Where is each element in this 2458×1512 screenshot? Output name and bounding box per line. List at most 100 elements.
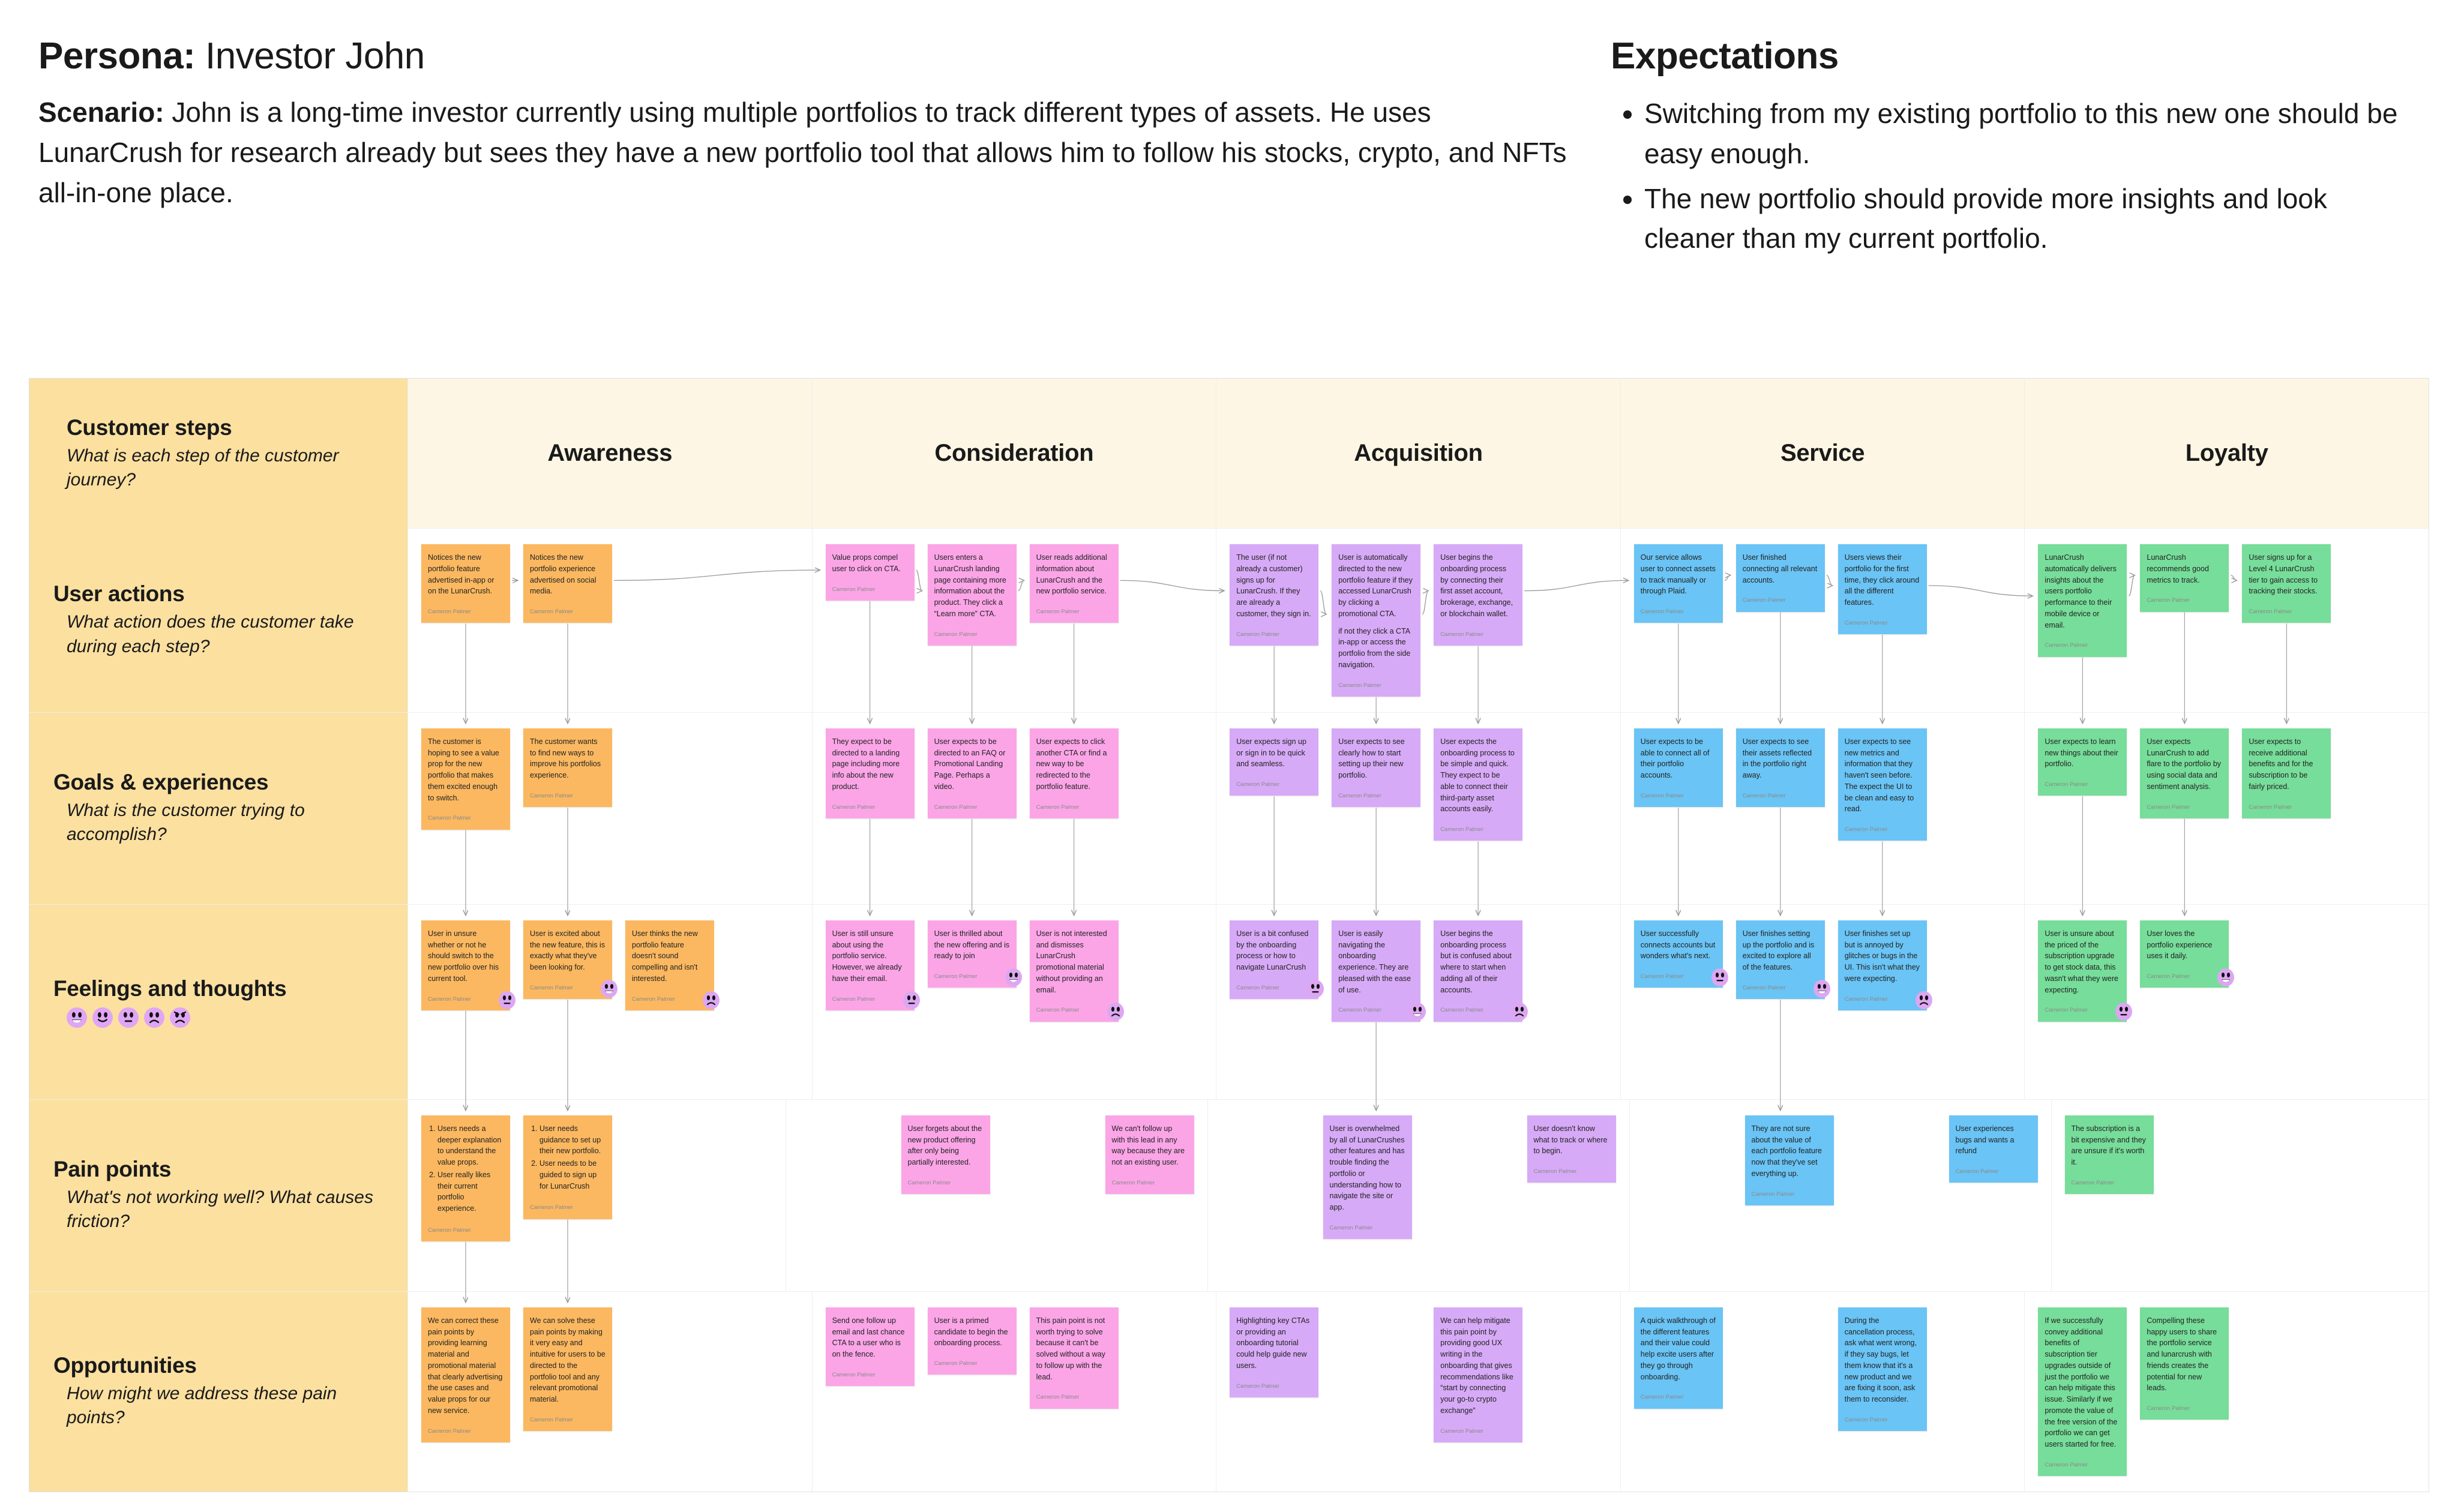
sticky-note[interactable]: User is overwhelmed by all of LunarCrush… [1323, 1115, 1412, 1239]
row-question: What's not working well? What causes fri… [67, 1187, 373, 1232]
feeling-neutral-icon [1307, 980, 1324, 998]
sticky-note[interactable]: User successfully connects accounts but … [1633, 920, 1728, 988]
row-question: What action does the customer take durin… [67, 612, 354, 656]
note-author: Cameron Palmer [1036, 608, 1080, 615]
sticky-note[interactable]: User finished connecting all relevant ac… [1735, 544, 1825, 612]
row-label-pain-points: Pain points What's not working well? Wha… [29, 1099, 407, 1291]
note-text: User expects to see new metrics and info… [1844, 737, 1914, 814]
cell-feelings-service: User successfully connects accounts but … [1620, 904, 2025, 1099]
feeling-neutral-icon [2115, 1002, 2133, 1021]
cell-actions-consideration: Value props compel user to click on CTA.… [811, 529, 1216, 712]
sticky-note[interactable]: User signs up for a Level 4 LunarCrush t… [2242, 544, 2331, 623]
sticky-note[interactable]: User loves the portfolio experience uses… [2140, 920, 2235, 988]
note-author: Cameron Palmer [530, 984, 573, 991]
sticky-note[interactable]: User in unsure whether or not he should … [421, 920, 515, 1010]
sticky-note[interactable]: User is a primed candidate to begin the … [927, 1307, 1017, 1375]
sticky-note[interactable]: User needs guidance to set up their new … [523, 1115, 612, 1219]
sticky-note[interactable]: The customer wants to find new ways to i… [523, 728, 612, 807]
sticky-note[interactable]: We can correct these pain points by prov… [421, 1307, 510, 1442]
note-text: User finishes set up but is annoyed by g… [1844, 929, 1920, 983]
feeling-smile-icon [92, 1007, 113, 1028]
sticky-note[interactable]: Value props compel user to click on CTA.… [825, 544, 915, 601]
note-text: Users needs a deeper explanation to unde… [428, 1123, 503, 1216]
note-text: User is a primed candidate to begin the … [934, 1316, 1008, 1348]
note-author: Cameron Palmer [2147, 597, 2190, 604]
note-author: Cameron Palmer [1036, 803, 1080, 811]
sticky-note[interactable]: User is excited about the new feature, t… [523, 920, 618, 999]
sticky-note[interactable]: User expects to see clearly how to start… [1332, 728, 1421, 807]
sticky-note[interactable]: Highlighting key CTAs or providing an on… [1230, 1307, 1319, 1397]
sticky-note[interactable]: User is unsure about the priced of the s… [2038, 920, 2133, 1022]
sticky-note[interactable]: User expects to be able to connect all o… [1633, 728, 1723, 807]
note-text: User experiences bugs and wants a refund [1955, 1124, 2015, 1156]
row-label-user-actions: User actions What action does the custom… [29, 529, 407, 712]
sticky-note[interactable]: Our service allows user to connect asset… [1633, 544, 1723, 623]
sticky-note[interactable]: They are not sure about the value of eac… [1744, 1115, 1834, 1205]
sticky-note[interactable]: Notices the new portfolio experience adv… [523, 544, 612, 623]
feeling-frown-icon [1915, 991, 1932, 1009]
sticky-note[interactable]: Users views their portfolio for the firs… [1837, 544, 1927, 634]
sticky-note[interactable]: User expects sign up or sign in to be qu… [1230, 728, 1319, 796]
sticky-note[interactable]: User begins the onboarding process by co… [1434, 544, 1523, 646]
sticky-note[interactable]: User expects to receive additional benef… [2242, 728, 2331, 818]
sticky-note[interactable]: User begins the onboarding process but i… [1434, 920, 1528, 1022]
sticky-note[interactable]: This pain point is not worth trying to s… [1029, 1307, 1119, 1409]
sticky-note[interactable]: User expects to learn new things about t… [2038, 728, 2127, 796]
note-text: User expects to be directed to an FAQ or… [934, 737, 1006, 791]
sticky-note[interactable]: User expects to see their assets reflect… [1735, 728, 1825, 807]
sticky-note[interactable]: Send one follow up email and last chance… [825, 1307, 915, 1386]
sticky-note[interactable]: User forgets about the new product offer… [901, 1115, 990, 1194]
sticky-note[interactable]: User thinks the new portfolio feature do… [625, 920, 720, 1010]
sticky-note[interactable]: Compelling these happy users to share th… [2140, 1307, 2229, 1420]
sticky-note[interactable]: If we successfully convey additional ben… [2038, 1307, 2127, 1476]
sticky-note[interactable]: User is still unsure about using the por… [825, 920, 920, 1010]
sticky-note[interactable]: The user (if not already a customer) sig… [1230, 544, 1319, 646]
stage-column-awareness[interactable]: Awareness [407, 379, 812, 528]
sticky-note[interactable]: User expects LunarCrush to add flare to … [2140, 728, 2229, 818]
sticky-note[interactable]: User doesn't know what to track or where… [1527, 1115, 1616, 1183]
stage-column-service[interactable]: Service [1620, 379, 2025, 528]
sticky-note[interactable]: We can help mitigate this pain point by … [1434, 1307, 1523, 1442]
sticky-note[interactable]: Users enters a LunarCrush landing page c… [927, 544, 1017, 646]
feeling-grin-icon [1005, 968, 1022, 987]
sticky-note[interactable]: They expect to be directed to a landing … [825, 728, 915, 818]
opportunities-columns: We can correct these pain points by prov… [407, 1291, 2429, 1492]
sticky-note[interactable]: User expects to be directed to an FAQ or… [927, 728, 1017, 818]
stage-column-consideration[interactable]: Consideration [811, 379, 1216, 528]
sticky-note[interactable]: A quick walkthrough of the different fea… [1633, 1307, 1723, 1409]
note-author: Cameron Palmer [1533, 1168, 1577, 1175]
sticky-note[interactable]: User expects to see new metrics and info… [1837, 728, 1927, 841]
stage-column-loyalty[interactable]: Loyalty [2024, 379, 2429, 528]
row-user-actions: User actions What action does the custom… [29, 529, 2429, 713]
sticky-note[interactable]: User is not interested and dismisses Lun… [1029, 920, 1124, 1022]
sticky-note[interactable]: We can solve these pain points by making… [523, 1307, 612, 1431]
sticky-note[interactable]: User finishes setting up the portfolio a… [1735, 920, 1830, 999]
sticky-note[interactable]: User experiences bugs and wants a refund… [1949, 1115, 2038, 1183]
sticky-note[interactable]: During the cancellation process, ask wha… [1837, 1307, 1927, 1431]
note-spacer [1221, 1115, 1310, 1130]
sticky-note[interactable]: The customer is hoping to see a value pr… [421, 728, 510, 830]
sticky-note[interactable]: User is a bit confused by the onboarding… [1230, 920, 1324, 999]
sticky-note[interactable]: Users needs a deeper explanation to unde… [421, 1115, 510, 1241]
sticky-note[interactable]: User reads additional information about … [1029, 544, 1119, 623]
sticky-note[interactable]: The subscription is a bit expensive and … [2064, 1115, 2154, 1194]
note-author: Cameron Palmer [1440, 1007, 1483, 1014]
sticky-note[interactable]: We can't follow up with this lead in any… [1105, 1115, 1194, 1194]
sticky-note[interactable]: LunarCrush automatically delivers insigh… [2038, 544, 2127, 657]
sticky-note[interactable]: LunarCrush recommends good metrics to tr… [2140, 544, 2229, 612]
note-spacer [1643, 1115, 1732, 1130]
note-author: Cameron Palmer [832, 586, 876, 593]
sticky-note[interactable]: User expects the onboarding process to b… [1434, 728, 1523, 841]
stage-column-acquisition[interactable]: Acquisition [1216, 379, 1620, 528]
sticky-note[interactable]: Notices the new portfolio feature advert… [421, 544, 510, 623]
note-text: Value props compel user to click on CTA. [832, 553, 901, 573]
sticky-note[interactable]: User is easily navigating the onboarding… [1332, 920, 1426, 1022]
note-text: Highlighting key CTAs or providing an on… [1236, 1316, 1310, 1370]
sticky-note[interactable]: User is automatically directed to the ne… [1332, 544, 1421, 697]
sticky-note[interactable]: User expects to click another CTA or fin… [1029, 728, 1119, 818]
sticky-note[interactable]: User is thrilled about the new offering … [927, 920, 1022, 988]
sticky-note[interactable]: User finishes set up but is annoyed by g… [1837, 920, 1932, 1010]
note-text: User thinks the new portfolio feature do… [632, 929, 698, 983]
note-text: They are not sure about the value of eac… [1751, 1124, 1822, 1178]
note-author: Cameron Palmer [832, 1371, 876, 1378]
